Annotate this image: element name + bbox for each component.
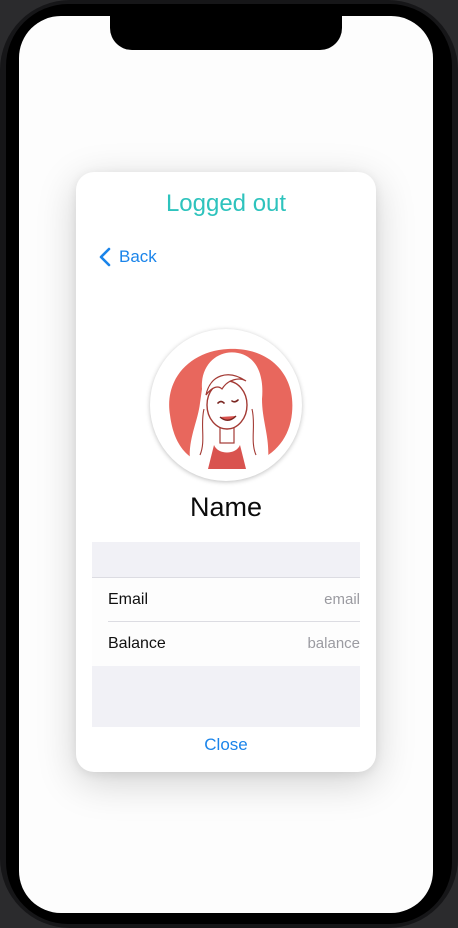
close-button[interactable]: Close (76, 735, 376, 755)
modal-title: Logged out (165, 190, 287, 217)
back-button-label: Back (119, 247, 157, 266)
table-section-footer (92, 666, 360, 727)
profile-name: Name (189, 492, 263, 522)
balance-value: balance (307, 635, 360, 652)
table-row-balance[interactable]: Balance balance (108, 622, 360, 665)
email-label: Email (108, 590, 149, 608)
profile-modal: Logged out Back Name Email email Balance… (76, 172, 376, 772)
table-row-email[interactable]: Email email (108, 578, 360, 622)
balance-label: Balance (108, 634, 166, 652)
chevron-left-icon (99, 247, 111, 267)
details-table: Email email Balance balance (92, 577, 360, 667)
device-notch (110, 16, 342, 50)
avatar (150, 329, 302, 481)
woman-cartoon-avatar-icon (169, 348, 293, 469)
back-button[interactable]: Back (98, 246, 157, 268)
email-value: email (324, 591, 360, 608)
table-section-header (92, 542, 360, 577)
